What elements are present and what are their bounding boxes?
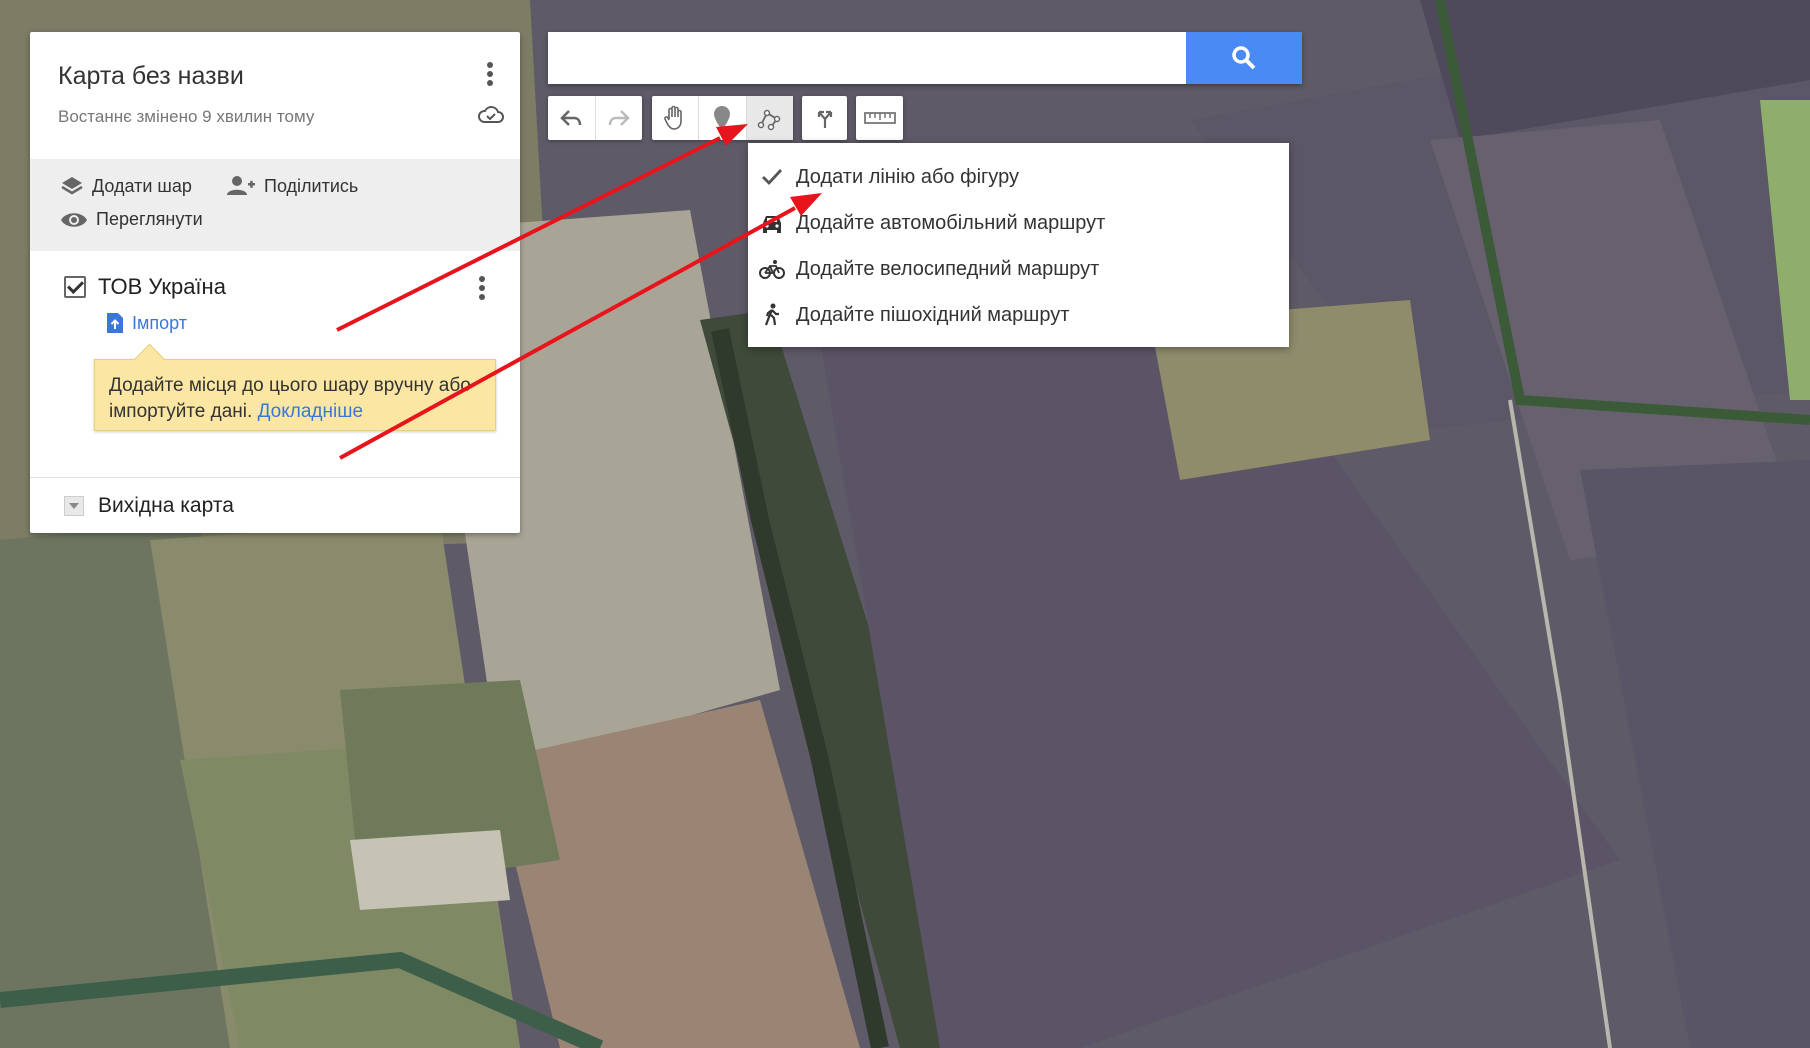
undo-button[interactable] — [548, 96, 596, 140]
cloud-saved-icon — [478, 106, 504, 123]
share-label: Поділитись — [264, 175, 359, 196]
redo-icon — [608, 110, 630, 126]
base-map-row[interactable]: Вихідна карта — [64, 494, 234, 518]
map-title[interactable]: Карта без назви — [58, 62, 244, 91]
layers-icon — [61, 177, 83, 195]
history-toolbar — [548, 96, 642, 140]
undo-icon — [560, 110, 582, 126]
layer-visibility-checkbox[interactable] — [64, 276, 86, 298]
measure-button[interactable] — [856, 96, 903, 140]
import-label: Імпорт — [132, 312, 187, 333]
add-layer-label: Додати шар — [92, 175, 192, 196]
import-file-icon — [107, 313, 123, 333]
learn-more-link[interactable]: Докладніше — [258, 401, 363, 422]
map-options-kebab-icon[interactable] — [478, 58, 502, 90]
tools-toolbar — [652, 96, 793, 140]
marker-icon — [714, 106, 731, 130]
menu-item-walking-route[interactable]: Додайте пішохідний маршрут — [748, 292, 1289, 338]
draw-line-icon — [757, 109, 781, 131]
add-person-icon — [227, 176, 255, 195]
menu-item-label: Додайте велосипедний маршрут — [796, 257, 1100, 280]
search-icon — [1232, 46, 1256, 70]
share-button[interactable]: Поділитись — [226, 175, 358, 197]
select-tool-button[interactable] — [652, 96, 700, 140]
base-map-toggle-icon[interactable] — [64, 496, 84, 516]
base-map-label: Вихідна карта — [98, 494, 234, 517]
ruler-icon — [863, 112, 896, 124]
bike-icon — [759, 260, 785, 279]
redo-button[interactable] — [596, 96, 643, 140]
draw-line-button[interactable] — [746, 96, 793, 140]
search-button[interactable] — [1186, 32, 1302, 84]
menu-item-label: Додайте автомобільний маршрут — [796, 211, 1106, 234]
last-modified-text: Востаннє змінено 9 хвилин тому — [58, 107, 315, 126]
layer-header: ТОВ Україна — [64, 274, 226, 300]
menu-item-driving-route[interactable]: Додайте автомобільний маршрут — [748, 200, 1289, 246]
map-panel: Карта без назви Востаннє змінено 9 хвили… — [30, 32, 520, 533]
menu-item-label: Додайте пішохідний маршрут — [796, 303, 1070, 326]
hand-icon — [664, 105, 682, 130]
walk-icon — [764, 303, 779, 326]
eye-icon — [61, 212, 87, 227]
layer-name[interactable]: ТОВ Україна — [98, 274, 226, 300]
import-link[interactable]: Імпорт — [106, 312, 187, 334]
panel-divider — [30, 477, 520, 478]
directions-toolbar — [802, 96, 847, 140]
preview-button[interactable]: Переглянути — [60, 209, 203, 230]
add-layer-button[interactable]: Додати шар — [60, 175, 192, 197]
add-directions-button[interactable] — [802, 96, 847, 140]
layer-help-tooltip: Додайте місця до цього шару вручну або і… — [94, 359, 496, 431]
check-icon — [762, 169, 783, 186]
layer-options-kebab-icon[interactable] — [470, 272, 494, 304]
search-input[interactable] — [548, 32, 1210, 84]
draw-mode-menu: Додати лінію або фігуру Додайте автомобі… — [748, 143, 1289, 347]
directions-icon — [817, 110, 832, 128]
map-actions-bar: Додати шар Поділитись Переглянути — [30, 159, 520, 251]
preview-label: Переглянути — [96, 209, 203, 229]
search-box — [548, 32, 1302, 84]
menu-item-label: Додати лінію або фігуру — [796, 165, 1019, 188]
menu-item-line-shape[interactable]: Додати лінію або фігуру — [748, 154, 1289, 200]
car-icon — [763, 216, 781, 233]
add-marker-button[interactable] — [699, 96, 747, 140]
measure-toolbar — [856, 96, 903, 140]
menu-item-bike-route[interactable]: Додайте велосипедний маршрут — [748, 246, 1289, 292]
